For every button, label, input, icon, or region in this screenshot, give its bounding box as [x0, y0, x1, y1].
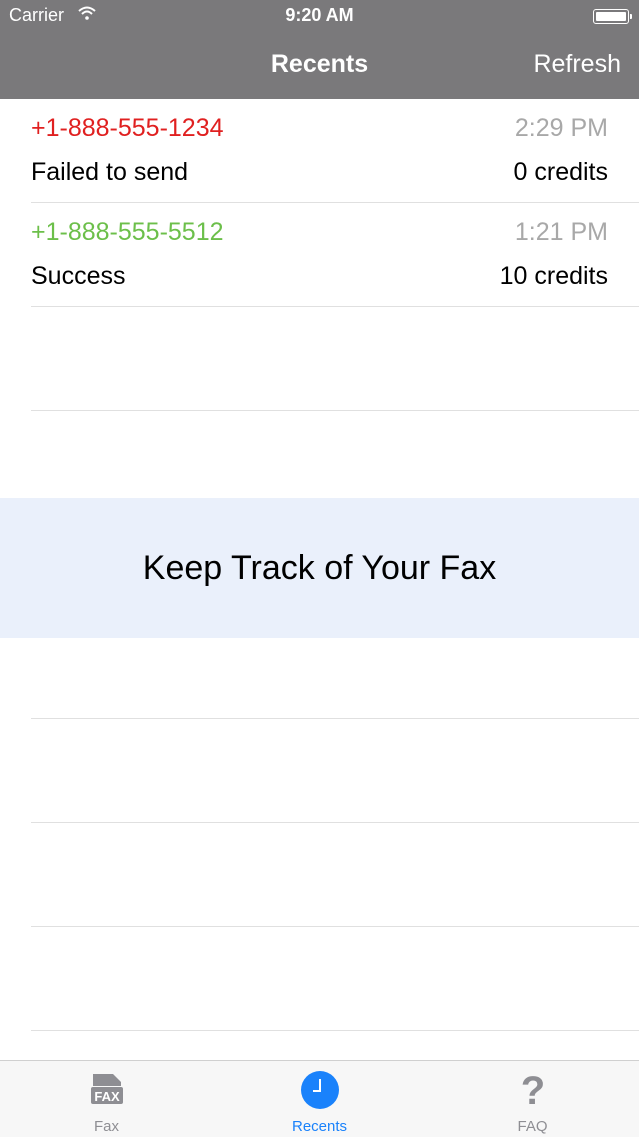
- promo-banner: Keep Track of Your Fax: [0, 498, 639, 638]
- fax-number: +1-888-555-1234: [31, 114, 224, 142]
- fax-credits: 0 credits: [513, 158, 608, 186]
- tab-label: Recents: [291, 1118, 348, 1135]
- fax-icon: FAX: [89, 1070, 125, 1111]
- empty-row: [31, 307, 639, 411]
- tab-label: Fax: [93, 1118, 119, 1135]
- fax-number: +1-888-555-5512: [31, 218, 224, 246]
- status-time: 9:20 AM: [285, 5, 354, 25]
- tab-fax[interactable]: FAX Fax: [0, 1061, 213, 1137]
- empty-row: [31, 927, 639, 1031]
- battery-icon: [593, 9, 632, 24]
- clock-icon: [300, 1070, 340, 1115]
- fax-time: 1:21 PM: [514, 218, 608, 246]
- tab-label: FAQ: [517, 1118, 548, 1135]
- list-item[interactable]: +1-888-555-1234 2:29 PM Failed to send 0…: [31, 99, 639, 203]
- fax-time: 2:29 PM: [514, 114, 608, 142]
- empty-list-area: [0, 638, 639, 1031]
- tab-bar: FAX Fax Recents ? FAQ: [0, 1060, 639, 1137]
- tab-faq[interactable]: ? FAQ: [426, 1061, 639, 1137]
- fax-credits: 10 credits: [499, 262, 608, 290]
- fax-status: Success: [31, 262, 126, 290]
- list-item[interactable]: +1-888-555-5512 1:21 PM Success 10 credi…: [31, 203, 639, 307]
- fax-status: Failed to send: [31, 158, 189, 186]
- empty-row: [31, 638, 639, 719]
- refresh-button[interactable]: Refresh: [533, 50, 621, 79]
- question-mark-icon: ?: [518, 1069, 548, 1113]
- svg-text:FAX: FAX: [94, 1089, 120, 1104]
- recents-list: +1-888-555-1234 2:29 PM Failed to send 0…: [0, 99, 639, 411]
- empty-row: [31, 719, 639, 823]
- svg-text:?: ?: [520, 1070, 544, 1108]
- nav-header: Carrier 9:20 AM Recents Refresh: [0, 0, 639, 99]
- empty-row: [31, 823, 639, 927]
- tab-recents[interactable]: Recents: [213, 1061, 426, 1137]
